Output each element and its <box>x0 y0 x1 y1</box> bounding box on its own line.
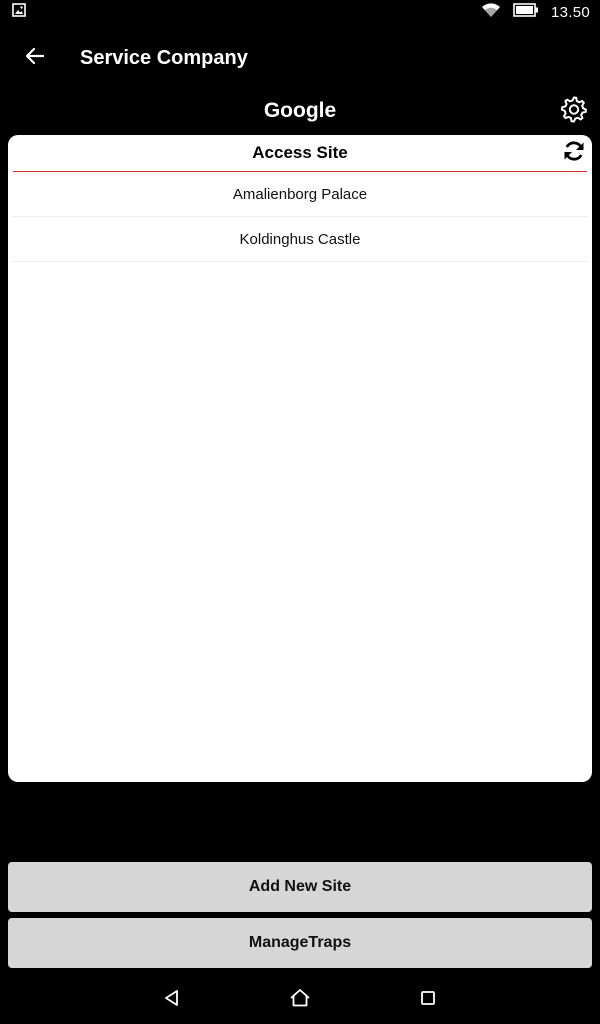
card-title: Access Site <box>252 143 348 162</box>
status-time: 13.50 <box>550 3 590 21</box>
gear-icon <box>560 95 588 128</box>
app-bar: Service Company <box>0 24 600 92</box>
company-header: Google <box>0 92 600 130</box>
settings-button[interactable] <box>558 95 590 127</box>
add-new-site-button[interactable]: Add New Site <box>8 862 592 912</box>
site-list: Amalienborg Palace Koldinghus Castle <box>8 172 592 262</box>
nav-recents-button[interactable] <box>414 986 442 1014</box>
wifi-icon <box>481 2 501 23</box>
status-bar: 13.50 <box>0 0 600 24</box>
image-notification-icon <box>12 2 26 22</box>
manage-traps-button[interactable]: ManageTraps <box>8 918 592 968</box>
back-button[interactable] <box>15 38 55 78</box>
refresh-button[interactable] <box>560 139 588 167</box>
arrow-left-icon <box>25 46 45 71</box>
list-item[interactable]: Koldinghus Castle <box>12 217 588 262</box>
status-right: 13.50 <box>481 2 590 23</box>
page-title: Service Company <box>80 46 248 69</box>
nav-home-button[interactable] <box>286 986 314 1014</box>
battery-icon <box>513 2 539 22</box>
status-left <box>12 2 26 22</box>
access-site-card: Access Site Amalienborg Palace Koldinghu… <box>8 135 592 782</box>
recents-square-icon <box>419 989 437 1012</box>
system-nav-bar <box>0 976 600 1024</box>
list-item[interactable]: Amalienborg Palace <box>12 172 588 217</box>
refresh-icon <box>562 139 586 168</box>
nav-back-button[interactable] <box>158 986 186 1014</box>
card-header: Access Site <box>8 135 592 171</box>
home-icon <box>289 988 311 1013</box>
company-name: Google <box>263 99 337 122</box>
back-triangle-icon <box>162 988 182 1013</box>
